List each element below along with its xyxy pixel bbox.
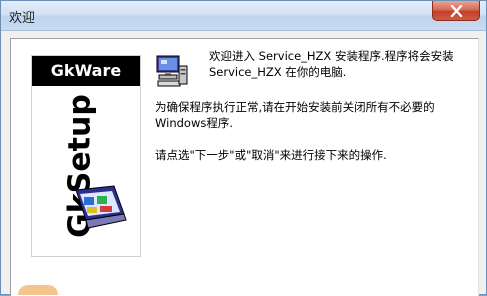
warning-line-2: Windows程序. <box>155 116 233 130</box>
close-button[interactable] <box>432 1 480 21</box>
setup-graphic-icon <box>75 185 127 229</box>
brand-bar: GkWare <box>32 56 140 86</box>
installer-window: 欢迎 GkWare GkSetup 欢迎进入 Service_HZX 安装程序.… <box>0 0 487 296</box>
title-bar[interactable]: 欢迎 <box>1 1 486 31</box>
side-banner: GkWare GkSetup <box>31 55 141 257</box>
brand-logo: GkWare <box>50 61 122 80</box>
computer-icon <box>156 55 188 87</box>
warning-text: 为确保程序执行正常,请在开始安装前关闭所有不必要的 Windows程序. <box>155 99 435 131</box>
intro-line-2: Service_HZX 在你的电脑. <box>209 65 347 79</box>
close-icon <box>450 5 463 17</box>
instruction-text: 请点选"下一步"或"取消"来进行接下来的操作. <box>155 148 387 162</box>
intro-text: 欢迎进入 Service_HZX 安装程序.程序将会安装 Service_HZX… <box>209 48 454 80</box>
intro-line-1: 欢迎进入 Service_HZX 安装程序.程序将会安装 <box>209 49 454 63</box>
warning-line-1: 为确保程序执行正常,请在开始安装前关闭所有不必要的 <box>155 100 435 114</box>
taskbar-orb-edge <box>18 285 58 295</box>
window-title: 欢迎 <box>9 11 36 26</box>
welcome-panel: GkWare GkSetup 欢迎进入 Service_HZX 安装程序.程序将… <box>10 38 479 296</box>
